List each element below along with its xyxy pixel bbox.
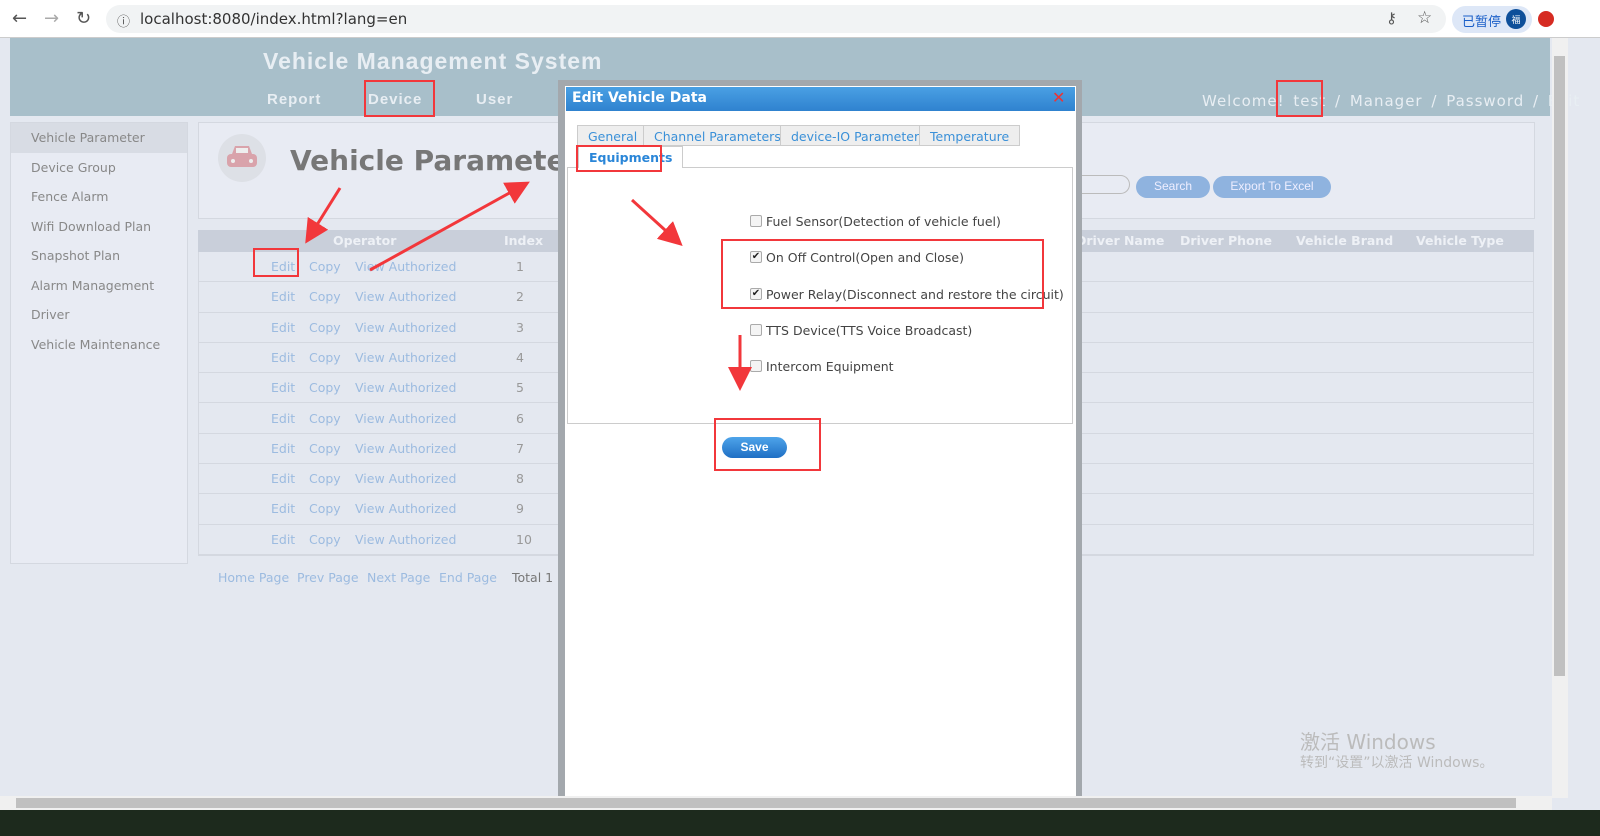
annotation-arrows — [305, 181, 752, 391]
taskbar — [0, 810, 1600, 836]
vertical-scroll-thumb[interactable] — [1554, 56, 1565, 676]
horizontal-scroll-thumb[interactable] — [16, 798, 1516, 808]
